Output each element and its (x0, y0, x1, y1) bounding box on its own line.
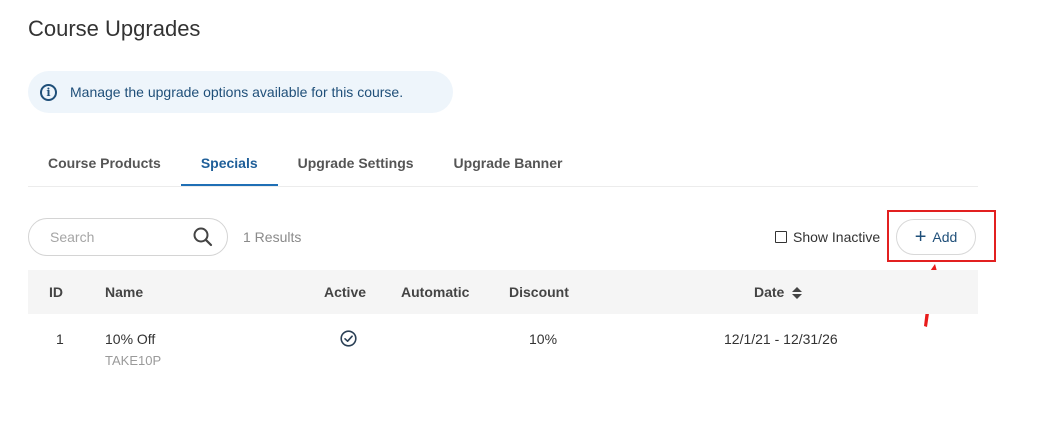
column-header-discount: Discount (509, 284, 569, 300)
check-circle-icon (340, 330, 357, 347)
search-input[interactable] (48, 228, 191, 246)
cell-code: TAKE10P (105, 353, 162, 368)
cell-discount: 10% (529, 331, 558, 347)
tab-course-products[interactable]: Course Products (28, 142, 181, 186)
tab-specials[interactable]: Specials (180, 142, 278, 186)
search-box (28, 218, 228, 256)
column-header-id: ID (49, 284, 63, 300)
cell-id: 1 (56, 331, 64, 347)
page-title: Course Upgrades (28, 16, 201, 41)
column-header-date-label: Date (754, 284, 785, 300)
info-text: Manage the upgrade options available for… (70, 84, 404, 100)
cell-name: 10% Off (105, 331, 156, 347)
sort-icon[interactable] (792, 286, 803, 300)
table-row[interactable]: 1 10% Off TAKE10P 10% 12/1/21 - 12/31/26 (28, 314, 978, 374)
table-header: ID Name Active Automatic Discount Date (28, 270, 978, 314)
cell-date: 12/1/21 - 12/31/26 (724, 331, 838, 347)
column-header-automatic: Automatic (401, 284, 470, 300)
show-inactive-checkbox[interactable] (775, 231, 787, 243)
column-header-date[interactable]: Date (754, 284, 803, 300)
tab-upgrade-banner[interactable]: Upgrade Banner (434, 142, 583, 186)
results-count: 1 Results (243, 229, 302, 245)
column-header-name: Name (105, 284, 144, 300)
show-inactive-label: Show Inactive (793, 229, 881, 245)
tab-upgrade-settings[interactable]: Upgrade Settings (278, 142, 434, 186)
info-banner: i Manage the upgrade options available f… (28, 71, 453, 113)
show-inactive-toggle[interactable]: Show Inactive (775, 229, 880, 245)
info-icon: i (40, 83, 57, 101)
column-header-active: Active (324, 284, 367, 300)
tab-bar: Course Products Specials Upgrade Setting… (28, 142, 978, 187)
annotation-highlight-box (887, 210, 996, 262)
search-icon[interactable] (191, 225, 215, 249)
